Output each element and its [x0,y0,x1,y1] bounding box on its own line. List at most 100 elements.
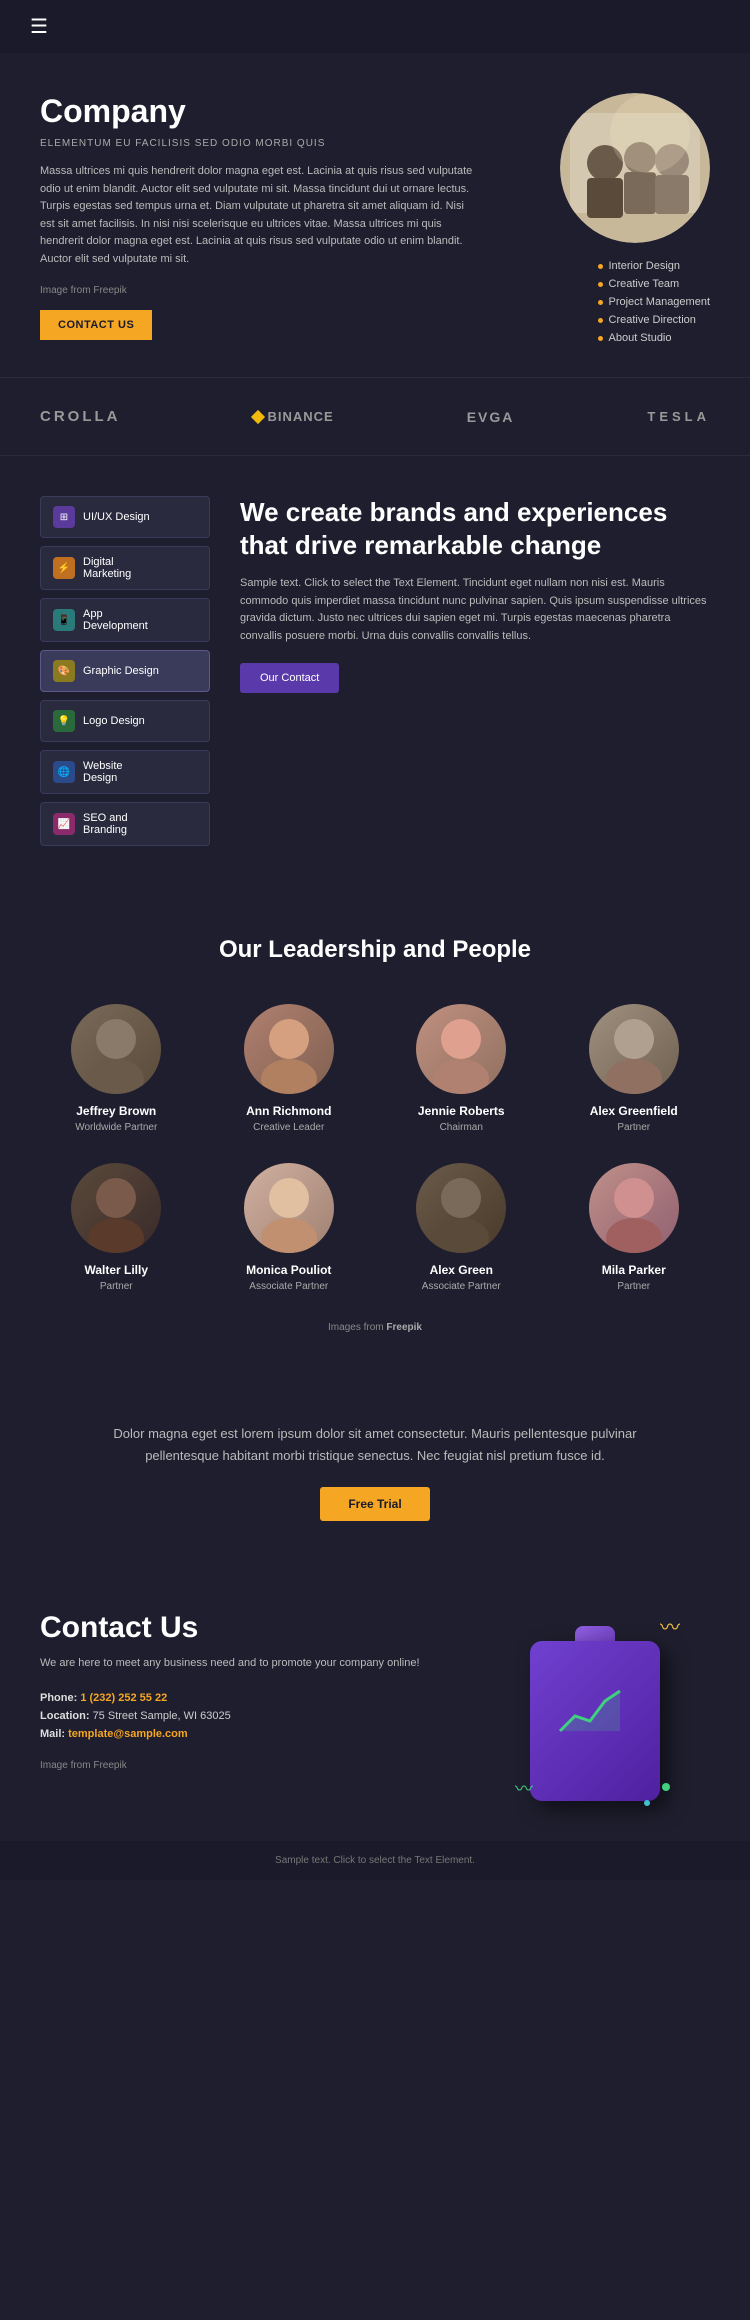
deco-dot-teal [644,1800,650,1806]
services-right: We create brands and experiences that dr… [240,496,710,846]
cta-text: Dolor magna eget est lorem ipsum dolor s… [80,1423,670,1467]
hero-nav-list: Interior Design Creative Team Project Ma… [598,257,711,347]
brand-tesla: TESLA [647,409,710,424]
uiux-icon: ⊞ [53,506,75,528]
services-body: Sample text. Click to select the Text El… [240,575,710,645]
person-role-jennie: Chairman [440,1122,483,1133]
service-btn-seo[interactable]: 📈 SEO andBranding [40,802,210,846]
person-role-alex-green: Associate Partner [422,1281,501,1292]
graphic-icon: 🎨 [53,660,75,682]
person-alex-green: Alex Green Associate Partner [385,1163,538,1292]
contact-desc: We are here to meet any business need an… [40,1655,460,1672]
contact-info: Phone: 1 (232) 252 55 22 Location: 75 St… [40,1692,460,1740]
avatar-jennie [416,1004,506,1094]
seo-icon: 📈 [53,813,75,835]
nav-bar: ☰ [0,0,750,53]
person-role-alex-g: Partner [617,1122,650,1133]
person-name-jennie: Jennie Roberts [418,1104,505,1118]
avatar-jeffrey [71,1004,161,1094]
person-monica-pouliot: Monica Pouliot Associate Partner [213,1163,366,1292]
contact-image-credit: Image from Freepik [40,1760,460,1771]
deco-squiggle-bottom: 〰 [515,1775,533,1801]
services-headline: We create brands and experiences that dr… [240,496,710,561]
contact-right: 〰 〰 [490,1611,710,1811]
person-name-monica: Monica Pouliot [246,1263,331,1277]
phone-link[interactable]: 1 (232) 252 55 22 [80,1692,167,1704]
avatar-alex-green [416,1163,506,1253]
cta-section: Dolor magna eget est lorem ipsum dolor s… [0,1363,750,1571]
contact-us-button[interactable]: CONTACT US [40,310,152,340]
brand-crolla: CROLLA [40,408,121,425]
nav-item-project[interactable]: Project Management [598,293,711,311]
hero-left: Company ELEMENTUM EU FACILISIS SED ODIO … [40,93,480,347]
avatar-ann [244,1004,334,1094]
person-walter-lilly: Walter Lilly Partner [40,1163,193,1292]
person-role-jeffrey: Worldwide Partner [75,1122,157,1133]
hero-image [560,93,710,243]
image-credit: Image from Freepik [40,285,480,296]
person-name-ann: Ann Richmond [246,1104,331,1118]
person-name-walter: Walter Lilly [84,1263,148,1277]
deco-dot-green [662,1783,670,1791]
hero-subtitle: ELEMENTUM EU FACILISIS SED ODIO MORBI QU… [40,138,480,149]
person-name-alex-g: Alex Greenfield [590,1104,678,1118]
leadership-title: Our Leadership and People [40,936,710,964]
our-contact-button[interactable]: Our Contact [240,663,339,693]
person-role-ann: Creative Leader [253,1122,324,1133]
person-role-walter: Partner [100,1281,133,1292]
clipboard-body [530,1641,660,1801]
person-mila-parker: Mila Parker Partner [558,1163,711,1292]
contact-title: Contact Us [40,1611,460,1645]
person-ann-richmond: Ann Richmond Creative Leader [213,1004,366,1133]
service-btn-uiux[interactable]: ⊞ UI/UX Design [40,496,210,538]
email-link[interactable]: template@sample.com [68,1728,188,1740]
leadership-section: Our Leadership and People Jeffrey Brown … [0,886,750,1363]
service-btn-logo[interactable]: 💡 Logo Design [40,700,210,742]
service-btn-website[interactable]: 🌐 WebsiteDesign [40,750,210,794]
free-trial-button[interactable]: Free Trial [320,1487,429,1521]
footer-text: Sample text. Click to select the Text El… [275,1855,475,1866]
clipboard-illustration: 〰 〰 [510,1611,690,1811]
deco-squiggle-top: 〰 [660,1611,680,1640]
hero-body: Massa ultrices mi quis hendrerit dolor m… [40,163,480,269]
avatar-walter [71,1163,161,1253]
binance-diamond-icon [251,409,265,423]
person-jeffrey-brown: Jeffrey Brown Worldwide Partner [40,1004,193,1133]
person-name-jeffrey: Jeffrey Brown [76,1104,156,1118]
contact-left: Contact Us We are here to meet any busin… [40,1611,460,1811]
services-section: ⊞ UI/UX Design ⚡ DigitalMarketing 📱 AppD… [0,456,750,886]
avatar-mila [589,1163,679,1253]
brands-section: CROLLA BINANCE EVGA TESLA [0,377,750,456]
nav-item-creative[interactable]: Creative Team [598,275,711,293]
hero-title: Company [40,93,480,130]
app-icon: 📱 [53,609,75,631]
people-grid: Jeffrey Brown Worldwide Partner Ann Rich… [40,1004,710,1292]
hamburger-icon[interactable]: ☰ [30,14,48,39]
contact-section: Contact Us We are here to meet any busin… [0,1571,750,1841]
nav-item-direction[interactable]: Creative Direction [598,311,711,329]
brand-evga: EVGA [467,409,515,425]
person-name-alex-green: Alex Green [430,1263,493,1277]
person-role-monica: Associate Partner [249,1281,328,1292]
images-credit: Images from Freepik [40,1322,710,1333]
logo-icon: 💡 [53,710,75,732]
avatar-monica [244,1163,334,1253]
service-btn-digital[interactable]: ⚡ DigitalMarketing [40,546,210,590]
hero-section: Company ELEMENTUM EU FACILISIS SED ODIO … [0,53,750,377]
contact-location: Location: 75 Street Sample, WI 63025 [40,1710,460,1722]
avatar-alex-g [589,1004,679,1094]
contact-phone: Phone: 1 (232) 252 55 22 [40,1692,460,1704]
nav-item-studio[interactable]: About Studio [598,329,711,347]
footer: Sample text. Click to select the Text El… [0,1841,750,1880]
service-btn-graphic[interactable]: 🎨 Graphic Design [40,650,210,692]
person-jennie-roberts: Jennie Roberts Chairman [385,1004,538,1133]
contact-mail: Mail: template@sample.com [40,1728,460,1740]
brand-binance: BINANCE [253,409,333,424]
services-left: ⊞ UI/UX Design ⚡ DigitalMarketing 📱 AppD… [40,496,210,846]
nav-item-interior[interactable]: Interior Design [598,257,711,275]
hero-right: Interior Design Creative Team Project Ma… [510,93,710,347]
service-btn-app[interactable]: 📱 AppDevelopment [40,598,210,642]
person-name-mila: Mila Parker [602,1263,666,1277]
website-icon: 🌐 [53,761,75,783]
person-role-mila: Partner [617,1281,650,1292]
